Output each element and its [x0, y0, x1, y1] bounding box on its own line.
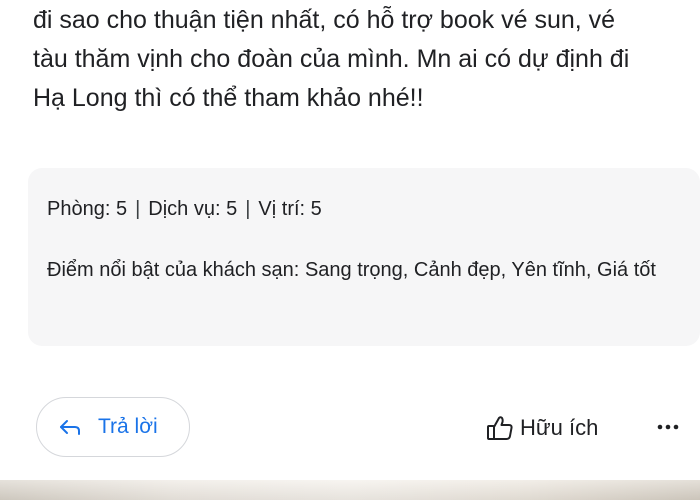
reply-button[interactable]: Trả lời [36, 397, 190, 457]
review-text-line: Hạ Long thì có thể tham khảo nhé!! [33, 84, 424, 112]
review-summary-card: Phòng: 5 | Dịch vụ: 5 | Vị trí: 5 Điểm nổi b… [28, 168, 700, 346]
rating-service: Dịch vụ: 5 [148, 198, 237, 220]
rating-service-value: 5 [226, 198, 238, 220]
rating-location-value: 5 [310, 198, 322, 220]
review-text-line: đi sao cho thuận tiện nhất, có hỗ trợ bo… [33, 6, 616, 34]
rating-separator: | [245, 198, 251, 220]
rating-room-label: Phòng: [47, 198, 111, 220]
reply-arrow-icon [59, 418, 81, 436]
rating-service-label: Dịch vụ: [148, 198, 221, 220]
review-text-line: tàu thăm vịnh cho đoàn của mình. Mn ai c… [33, 45, 630, 73]
highlights-value: Sang trọng, Cảnh đẹp, Yên tĩnh, Giá tốt [304, 259, 656, 281]
more-horizontal-icon [656, 423, 680, 431]
rating-room: Phòng: 5 [47, 198, 127, 220]
photo-strip [0, 480, 700, 500]
rating-location-label: Vị trí: [258, 198, 306, 220]
thumbs-up-icon [486, 415, 514, 441]
helpful-button[interactable]: Hữu ích [486, 410, 598, 446]
highlights-label: Điểm nổi bật của khách sạn: [47, 259, 300, 281]
review-page: đi sao cho thuận tiện nhất, có hỗ trợ bo… [0, 0, 700, 500]
review-text: đi sao cho thuận tiện nhất, có hỗ trợ bo… [33, 0, 673, 118]
hotel-highlights: Điểm nổi bật của khách sạn: Sang trọng, … [47, 255, 667, 285]
ratings-row: Phòng: 5 | Dịch vụ: 5 | Vị trí: 5 [47, 198, 322, 221]
photo-strip-overlay [0, 480, 700, 500]
rating-location: Vị trí: 5 [258, 198, 321, 220]
rating-separator: | [135, 198, 141, 220]
rating-room-value: 5 [115, 198, 128, 220]
reply-label: Trả lời [98, 415, 158, 438]
helpful-label: Hữu ích [520, 415, 599, 440]
more-options-button[interactable] [655, 414, 681, 440]
